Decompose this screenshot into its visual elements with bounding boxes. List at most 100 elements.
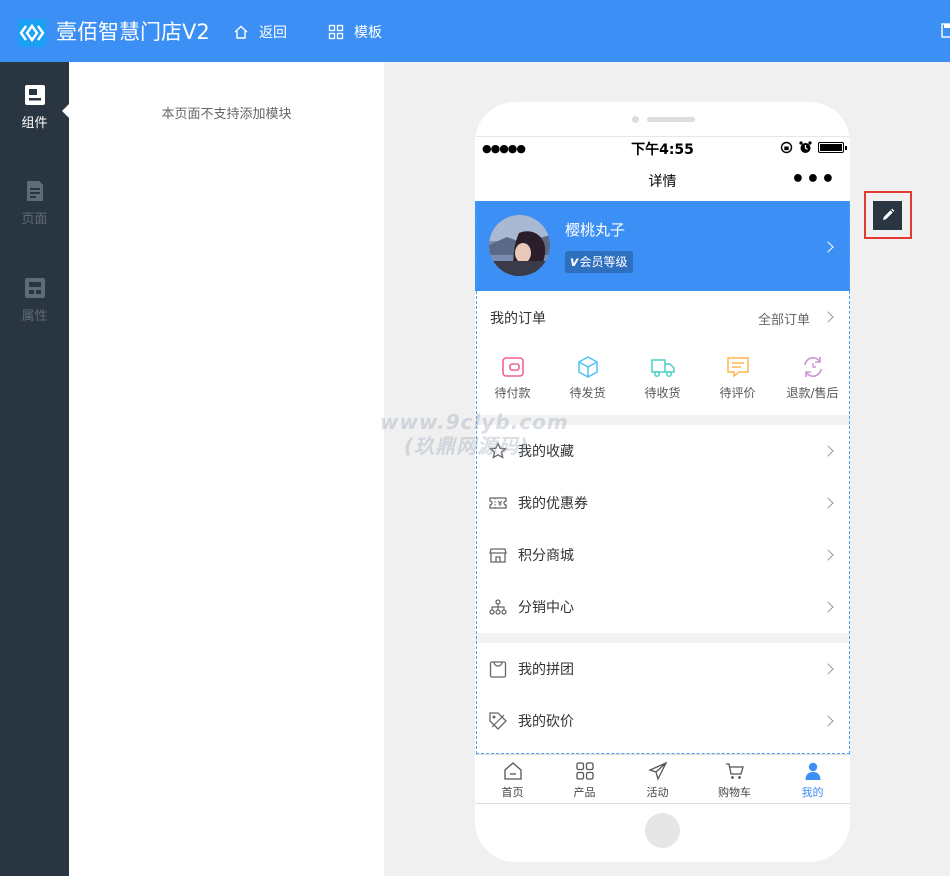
more-button[interactable]: ••• (791, 167, 836, 192)
order-pending-review[interactable]: 待评价 (700, 355, 775, 401)
star-icon (489, 442, 507, 459)
module-panel: 本页面不支持添加模块 (69, 62, 384, 876)
status-bar: ●●●●● 下午4:55 (475, 137, 850, 159)
grid-outline-icon (328, 24, 344, 40)
order-pending-receipt[interactable]: 待收货 (625, 355, 700, 401)
network-icon (489, 599, 507, 615)
grid-icon (575, 762, 594, 780)
alarm-icon (799, 141, 812, 153)
member-level-label: 会员等级 (579, 255, 628, 269)
coupon-icon (489, 497, 507, 509)
chevron-right-icon (822, 601, 834, 613)
member-level-badge: v会员等级 (565, 251, 633, 273)
template-button-label: 模板 (354, 25, 382, 41)
section-divider (475, 633, 850, 643)
user-icon (805, 762, 820, 780)
order-item-label: 待付款 (494, 386, 531, 400)
menu-label: 分销中心 (518, 600, 574, 616)
menu-distribution[interactable]: 分销中心 (475, 581, 850, 633)
menu-label: 我的拼团 (518, 662, 574, 678)
order-refund[interactable]: 退款/售后 (775, 355, 850, 401)
tab-home[interactable]: 首页 (475, 761, 550, 800)
menu-group-buy[interactable]: 我的拼团 (475, 643, 850, 695)
tab-label: 产品 (573, 786, 596, 799)
rail-item-label: 页面 (21, 212, 48, 227)
rail-item-properties[interactable]: 属性 (0, 277, 69, 324)
active-indicator (62, 104, 69, 118)
back-button-label: 返回 (259, 25, 287, 41)
rail-item-label: 属性 (21, 309, 48, 324)
order-pending-payment[interactable]: 待付款 (475, 355, 550, 401)
panel-message: 本页面不支持添加模块 (161, 107, 292, 122)
rail-item-label: 组件 (21, 116, 48, 131)
tab-mine[interactable]: 我的 (775, 761, 850, 800)
chevron-right-icon (822, 241, 834, 253)
plane-icon (647, 761, 667, 781)
orders-section: 我的订单 全部订单 待付款 待发货 待收货 待评价 退款/售后 (475, 291, 850, 415)
rotation-lock-icon (780, 141, 793, 154)
order-item-label: 待评价 (719, 386, 756, 400)
tab-activities[interactable]: 活动 (620, 761, 695, 800)
phone-tab-bar: 首页 产品 活动 购物车 我的 (475, 754, 850, 804)
tab-label: 首页 (501, 786, 524, 799)
menu-label: 积分商城 (518, 548, 574, 564)
camera-dot (632, 116, 639, 123)
menu-label: 我的砍价 (518, 714, 574, 730)
property-icon (24, 277, 46, 299)
menu-favorites[interactable]: 我的收藏 (475, 425, 850, 477)
vip-icon: v (570, 255, 579, 270)
all-orders-link[interactable]: 全部订单 (758, 309, 810, 328)
home-icon (503, 762, 522, 780)
chevron-right-icon (822, 663, 834, 675)
cart-icon (725, 763, 744, 779)
tab-label: 购物车 (718, 786, 751, 799)
pencil-icon (882, 208, 894, 220)
rail-item-pages[interactable]: 页面 (0, 180, 69, 227)
tab-label: 我的 (801, 786, 824, 799)
store-icon (489, 548, 507, 563)
tab-label: 活动 (646, 786, 669, 799)
box-icon (577, 356, 598, 378)
username: 樱桃丸子 (565, 221, 626, 239)
save-icon[interactable] (941, 23, 950, 43)
order-item-label: 待发货 (569, 386, 606, 400)
menu-bargain[interactable]: 我的砍价 (475, 695, 850, 747)
edit-button[interactable] (873, 201, 902, 230)
comment-icon (726, 357, 749, 378)
battery-icon (818, 142, 847, 153)
component-icon (24, 84, 46, 106)
menu-label: 我的优惠券 (518, 496, 588, 512)
orders-title: 我的订单 (490, 311, 546, 327)
back-button[interactable]: 返回 (233, 20, 287, 44)
menu-points-mall[interactable]: 积分商城 (475, 529, 850, 581)
speaker-grille (647, 117, 695, 122)
edit-highlight-box (864, 191, 912, 239)
chevron-right-icon (822, 715, 834, 727)
order-item-label: 待收货 (644, 386, 681, 400)
order-item-label: 退款/售后 (786, 386, 839, 400)
rail-item-components[interactable]: 组件 (0, 84, 69, 131)
top-bar: 壹佰智慧门店V2 返回 模板 (0, 0, 950, 62)
order-pending-shipment[interactable]: 待发货 (550, 355, 625, 401)
page-icon (24, 180, 46, 202)
chevron-right-icon (822, 445, 834, 457)
chevron-right-icon (822, 311, 834, 323)
chevron-right-icon (822, 549, 834, 561)
section-divider (475, 415, 850, 425)
phone-navbar: 详情 ••• (475, 161, 850, 201)
avatar (489, 215, 550, 276)
app-title: 壹佰智慧门店V2 (56, 20, 210, 44)
phone-preview: ●●●●● 下午4:55 详情 ••• 樱桃丸子 v会员等级 我的订单 全部订单… (475, 102, 850, 862)
tab-cart[interactable]: 购物车 (697, 761, 772, 800)
bag-icon (489, 661, 507, 678)
profile-card[interactable]: 樱桃丸子 v会员等级 (475, 201, 850, 291)
refund-icon (803, 357, 822, 377)
chevron-right-icon (822, 497, 834, 509)
app-logo-icon (18, 19, 46, 47)
phone-home-button[interactable] (645, 813, 680, 848)
tag-icon (489, 712, 507, 730)
menu-coupons[interactable]: 我的优惠券 (475, 477, 850, 529)
tab-products[interactable]: 产品 (547, 761, 622, 800)
left-rail: 组件 页面 属性 (0, 62, 69, 876)
template-button[interactable]: 模板 (328, 20, 382, 44)
